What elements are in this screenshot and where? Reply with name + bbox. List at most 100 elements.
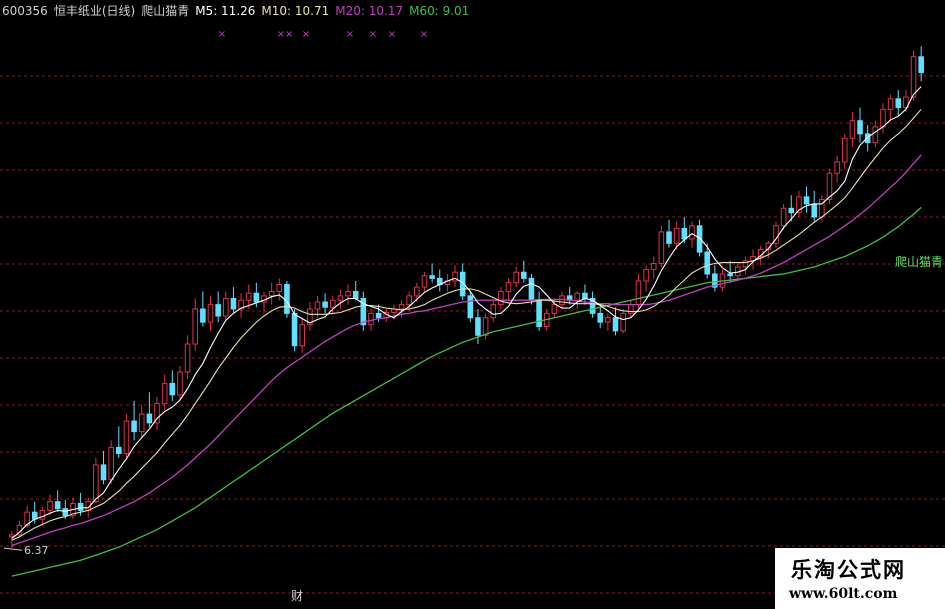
candle-body bbox=[505, 282, 512, 292]
ma10-line bbox=[11, 108, 922, 541]
signal-marker: × bbox=[346, 29, 354, 40]
bottom-marker: 财 bbox=[291, 589, 303, 603]
candle-body bbox=[177, 371, 183, 396]
ma60-line bbox=[11, 206, 922, 577]
candle-body bbox=[39, 509, 46, 520]
candle-body bbox=[788, 207, 795, 214]
candle-body bbox=[108, 446, 114, 481]
candle-body bbox=[77, 502, 84, 511]
watermark: 乐淘公式网 www.60lt.com bbox=[775, 548, 945, 609]
candle bbox=[322, 293, 328, 314]
candle-body bbox=[62, 508, 69, 517]
candle bbox=[849, 111, 856, 147]
candle-body bbox=[192, 308, 199, 345]
candle bbox=[429, 263, 435, 283]
candle-body bbox=[138, 413, 145, 433]
candle-body bbox=[872, 126, 879, 144]
chart-header: 600356 恒丰纸业(日线) 爬山猫青 M5: 11.26 M10: 10.71 M20… bbox=[2, 2, 475, 19]
candle bbox=[589, 291, 596, 318]
signal-marker: × bbox=[388, 29, 396, 40]
candle-body bbox=[169, 382, 176, 396]
candle-body bbox=[666, 231, 672, 244]
candle bbox=[857, 107, 863, 143]
candle-body bbox=[429, 275, 435, 279]
candle-body bbox=[498, 290, 504, 306]
candle-body bbox=[582, 292, 588, 299]
candle bbox=[154, 396, 160, 430]
candle-body bbox=[727, 273, 733, 277]
candle bbox=[620, 309, 626, 334]
candle-body bbox=[421, 275, 428, 288]
candle bbox=[666, 219, 672, 248]
signal-marker: ×× bbox=[277, 29, 294, 40]
candle-body bbox=[490, 304, 497, 319]
candle-body bbox=[375, 312, 382, 319]
candle bbox=[841, 133, 848, 169]
candle bbox=[566, 287, 573, 305]
candlestick-chart: × ×× × × × × × 6.37爬山猫青财 bbox=[0, 29, 945, 603]
candle-body bbox=[475, 317, 481, 336]
candle bbox=[192, 298, 199, 352]
candle bbox=[345, 284, 351, 305]
candle bbox=[811, 190, 817, 222]
candle bbox=[490, 300, 497, 323]
candle bbox=[116, 426, 122, 458]
candle bbox=[505, 278, 512, 301]
signal-marker: × bbox=[369, 29, 377, 40]
candle bbox=[299, 317, 305, 353]
candle bbox=[421, 272, 428, 292]
signal-marker: × bbox=[218, 29, 226, 40]
candle bbox=[161, 374, 168, 410]
candle-body bbox=[47, 501, 53, 511]
candle-body bbox=[123, 420, 130, 454]
ma10-value: M10: 10.71 bbox=[261, 4, 330, 18]
stock-name: 恒丰纸业(日线) bbox=[53, 4, 136, 18]
candle-body bbox=[299, 324, 305, 347]
watermark-url: www.60lt.com bbox=[789, 586, 898, 602]
candle-body bbox=[574, 292, 581, 301]
candle-body bbox=[207, 304, 214, 323]
candle-body bbox=[276, 283, 283, 292]
candle bbox=[70, 497, 76, 520]
candle-body bbox=[368, 312, 374, 326]
candle bbox=[658, 225, 665, 267]
candle-body bbox=[268, 290, 275, 297]
candle bbox=[146, 392, 153, 428]
candle bbox=[482, 313, 489, 340]
candle-body bbox=[131, 420, 137, 433]
signal-marker: × bbox=[302, 29, 310, 40]
candle-body bbox=[398, 304, 405, 310]
candle bbox=[880, 103, 886, 134]
candle-body bbox=[100, 464, 107, 481]
candle-body bbox=[467, 295, 474, 319]
candle-body bbox=[337, 295, 344, 301]
candle bbox=[268, 282, 275, 305]
candle bbox=[360, 291, 367, 331]
candle bbox=[261, 291, 267, 314]
candle bbox=[200, 291, 206, 327]
candle bbox=[230, 287, 237, 314]
candle-body bbox=[673, 227, 680, 244]
candle bbox=[436, 269, 443, 292]
candle bbox=[47, 494, 53, 515]
candle-body bbox=[849, 120, 856, 139]
candle bbox=[796, 190, 802, 218]
low-price-label: 6.37 bbox=[24, 544, 49, 557]
candle-body bbox=[696, 225, 703, 253]
grid-lines bbox=[0, 75, 945, 594]
candle bbox=[177, 365, 183, 401]
candle-body bbox=[161, 382, 168, 405]
candle-body bbox=[329, 299, 336, 308]
candle bbox=[643, 265, 649, 292]
candle-body bbox=[536, 299, 542, 328]
candle bbox=[536, 291, 542, 331]
candle bbox=[864, 125, 871, 152]
candle bbox=[222, 291, 229, 320]
candle bbox=[635, 273, 642, 309]
candle bbox=[131, 400, 137, 441]
candle-body bbox=[834, 161, 840, 174]
candle-body bbox=[482, 317, 489, 336]
indicator-line-label: 爬山猫青 bbox=[895, 255, 943, 269]
indicator-name: 爬山猫青 bbox=[141, 4, 190, 18]
candle-body bbox=[864, 133, 871, 144]
